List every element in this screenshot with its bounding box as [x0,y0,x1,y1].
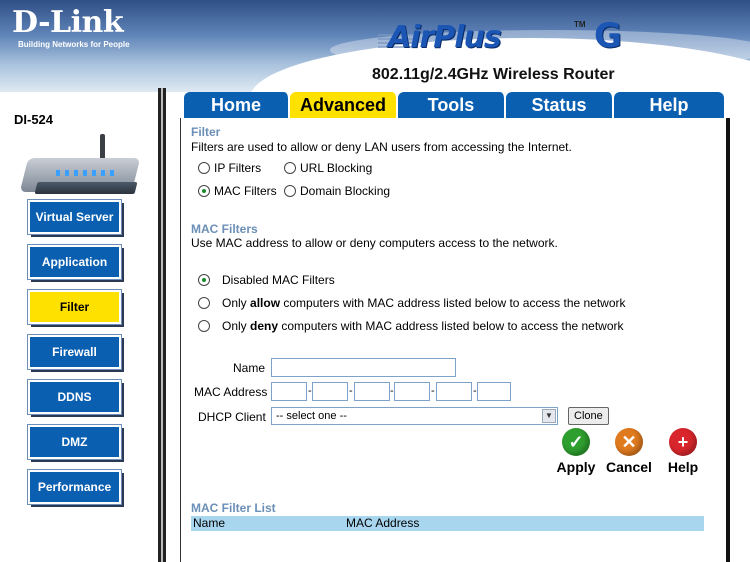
right-border [722,118,750,562]
radio-url-blocking[interactable]: URL Blocking [284,161,372,175]
dlink-logo: D-Link [12,5,124,40]
radio-indicator[interactable] [284,162,296,174]
airplus-text: AirPlus [388,20,502,55]
vertical-divider [158,88,166,562]
label-bold: allow [250,296,281,310]
cancel-button[interactable]: ✕ Cancel [604,428,654,480]
checkmark-icon: ✓ [562,428,590,456]
cancel-x-icon: ✕ [615,428,643,456]
column-mac-address: MAC Address [346,516,420,530]
radio-domain-blocking[interactable]: Domain Blocking [284,184,390,198]
mac-octet-4[interactable] [394,382,430,401]
dhcp-client-select[interactable]: -- select one -- ▼ [271,407,558,425]
radio-label: Only allow computers with MAC address li… [222,296,626,310]
chevron-down-icon[interactable]: ▼ [542,409,556,423]
tab-status[interactable]: Status [506,92,614,118]
mac-octet-2[interactable] [312,382,348,401]
sidebar-item-dmz[interactable]: DMZ [27,424,122,460]
mac-octet-3[interactable] [354,382,390,401]
cancel-label: Cancel [606,459,652,475]
help-label: Help [667,459,699,475]
name-label: Name [233,361,266,375]
router-subtitle: 802.11g/2.4GHz Wireless Router [372,66,615,83]
mac-separator: - [349,385,353,397]
airplus-g: G [594,16,622,56]
radio-label: Domain Blocking [300,184,391,198]
sidebar-item-virtual-server[interactable]: Virtual Server [27,199,122,235]
mac-octet-6[interactable] [477,382,511,401]
plus-icon: + [669,428,697,456]
radio-label: URL Blocking [300,161,373,175]
tab-advanced[interactable]: Advanced [290,92,398,118]
radio-ip-filters[interactable]: IP Filters [198,161,261,175]
radio-label: IP Filters [214,161,262,175]
sidebar: DI-524 Virtual Server Application Filter… [0,92,158,562]
mac-separator: - [431,385,435,397]
tab-tools[interactable]: Tools [398,92,506,118]
label-part: Only [222,296,251,310]
sidebar-item-application[interactable]: Application [27,244,122,280]
sidebar-item-ddns[interactable]: DDNS [27,379,122,415]
radio-label: Only deny computers with MAC address lis… [222,319,624,333]
label-bold: deny [250,319,279,333]
top-tabs: Home Advanced Tools Status Help [180,92,724,118]
mac-octet-1[interactable] [271,382,307,401]
radio-indicator[interactable] [198,274,210,286]
radio-indicator[interactable] [198,297,210,309]
radio-allow-mac[interactable]: Only allow computers with MAC address li… [198,296,626,310]
radio-label: Disabled MAC Filters [222,273,335,287]
model-label: DI-524 [14,112,54,127]
tab-help[interactable]: Help [614,92,724,118]
label-part: Only [222,319,251,333]
mac-filters-title: MAC Filters [191,222,258,236]
page-header: D-Link Building Networks for People AirP… [0,0,750,92]
sidebar-item-filter[interactable]: Filter [27,289,122,325]
radio-mac-filters[interactable]: MAC Filters [198,184,277,198]
router-front [34,182,138,194]
name-input[interactable] [271,358,456,377]
mac-filters-description: Use MAC address to allow or deny compute… [191,236,558,250]
apply-label: Apply [556,459,596,475]
label-part: computers with MAC address listed below … [280,296,626,310]
select-value: -- select one -- [276,410,347,422]
radio-indicator[interactable] [284,185,296,197]
label-part: computers with MAC address listed below … [278,319,624,333]
apply-button[interactable]: ✓ Apply [551,428,601,480]
dhcp-client-label: DHCP Client [198,410,266,424]
clone-button[interactable]: Clone [568,407,609,425]
sidebar-item-firewall[interactable]: Firewall [27,334,122,370]
radio-deny-mac[interactable]: Only deny computers with MAC address lis… [198,319,624,333]
airplus-logo: AirPlus TM G [378,16,628,60]
mac-octet-5[interactable] [436,382,472,401]
filter-title: Filter [191,125,221,139]
help-button[interactable]: + Help [658,428,708,480]
router-lights [56,170,116,176]
radio-indicator[interactable] [198,320,210,332]
sidebar-item-performance[interactable]: Performance [27,469,122,505]
list-header: Name MAC Address [191,516,704,531]
logo-tagline: Building Networks for People [18,40,130,49]
filter-description: Filters are used to allow or deny LAN us… [191,140,572,154]
trademark-mark: TM [574,20,586,29]
radio-indicator[interactable] [198,162,210,174]
radio-disabled-mac-filters[interactable]: Disabled MAC Filters [198,273,335,287]
tab-home[interactable]: Home [184,92,290,118]
column-name: Name [193,516,226,530]
router-image [16,132,144,202]
radio-indicator[interactable] [198,185,210,197]
radio-label: MAC Filters [214,184,277,198]
mac-filter-list-title: MAC Filter List [191,501,276,515]
mac-address-label: MAC Address [194,385,268,399]
